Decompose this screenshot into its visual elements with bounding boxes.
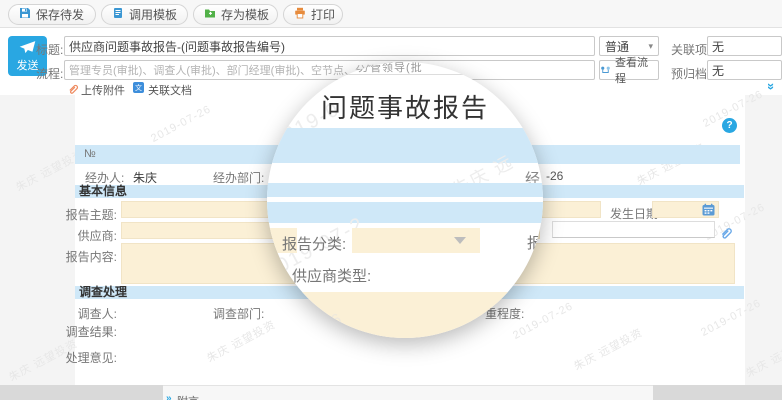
link-document-link[interactable]: 关联文档 xyxy=(148,82,192,98)
template-save-icon xyxy=(204,7,216,22)
postscript-label: 附言 xyxy=(177,393,199,400)
footer-postscript-bar[interactable]: » 附言 xyxy=(163,385,653,400)
magnified-category-dropdown xyxy=(352,228,480,253)
report-content-label: 报告内容: xyxy=(47,248,117,265)
flow-chart-icon xyxy=(600,65,611,76)
priority-select[interactable]: 普通 ▾ xyxy=(599,36,659,56)
handle-date-value: -26 xyxy=(546,169,563,183)
handler-value: 朱庆 xyxy=(133,169,157,186)
paper-plane-icon xyxy=(19,40,36,55)
view-flow-label: 查看流程 xyxy=(615,54,658,86)
magnified-section-bar xyxy=(267,183,543,197)
save-icon xyxy=(19,7,31,22)
help-icon[interactable]: ? xyxy=(722,118,737,133)
print-button[interactable]: 打印 xyxy=(283,4,343,25)
save-as-template-button[interactable]: 存为模板 xyxy=(193,4,278,25)
attachment-field-input[interactable] xyxy=(552,221,715,238)
template-load-icon xyxy=(112,7,124,22)
chevron-down-icon: ▾ xyxy=(648,41,653,52)
magnified-form-title: 问题事故报告 xyxy=(267,88,543,125)
doc-number-label: № xyxy=(84,148,96,160)
save-as-template-label: 存为模板 xyxy=(221,6,269,23)
load-template-label: 调用模板 xyxy=(129,6,177,23)
investigation-result-label: 调查结果: xyxy=(47,323,117,340)
postscript-chevron-icon: » xyxy=(166,393,172,400)
report-subject-label: 报告主题: xyxy=(47,206,117,223)
save-draft-label: 保存待发 xyxy=(36,6,84,23)
supplier-label: 供应商: xyxy=(47,227,117,244)
calendar-icon[interactable] xyxy=(702,203,715,216)
handler-dept-label: 经办部门: xyxy=(213,169,264,186)
flow-label: 流程: xyxy=(36,65,63,82)
magnifier-overlay: 节点、分管领导(批 2019-0 问题事故报告 朱庆 远 经 019-07-2 … xyxy=(267,62,543,338)
magnified-input-border xyxy=(325,74,543,75)
magnified-section-bar xyxy=(267,202,543,223)
save-draft-button[interactable]: 保存待发 xyxy=(8,4,96,25)
magnified-supplier-type-label: 供应商类型: xyxy=(292,265,371,286)
paperclip-blue-icon[interactable] xyxy=(719,226,733,240)
chevron-down-icon xyxy=(454,237,466,244)
load-template-button[interactable]: 调用模板 xyxy=(101,4,188,25)
magnified-report-category-label: 报告分类: xyxy=(282,233,346,254)
title-label: 标题: xyxy=(36,41,63,58)
watermark: 朱庆 远望投资 xyxy=(571,324,646,374)
watermark: 朱庆 远望投资 xyxy=(204,316,279,366)
link-document-icon: 文 xyxy=(133,82,144,93)
related-project-input[interactable] xyxy=(707,36,782,56)
footer-right-panel xyxy=(653,385,782,400)
collapse-header-icon[interactable]: » xyxy=(764,83,779,90)
prearchive-input[interactable] xyxy=(707,60,782,80)
paperclip-orange-icon xyxy=(67,83,79,95)
watermark: 2019-07-26 xyxy=(149,103,213,145)
priority-value: 普通 xyxy=(605,38,629,55)
investigation-dept-label: 调查部门: xyxy=(213,305,264,322)
toolbar: 保存待发 调用模板 存为模板 打印 xyxy=(0,0,782,28)
upload-attachment-link[interactable]: 上传附件 xyxy=(81,82,125,98)
print-label: 打印 xyxy=(311,6,335,23)
magnified-label-fragment: 报 xyxy=(527,232,542,253)
incident-report-page: 保存待发 调用模板 存为模板 打印 发送 标题: 普通 ▾ 关联项目: 流程: … xyxy=(0,0,782,400)
investigator-label: 调查人: xyxy=(47,305,117,322)
handling-opinion-label: 处理意见: xyxy=(47,349,117,366)
title-input[interactable] xyxy=(64,36,595,56)
right-gutter xyxy=(745,95,782,385)
view-flow-button[interactable]: 查看流程 xyxy=(599,60,659,80)
footer-left-panel xyxy=(0,385,163,400)
print-icon xyxy=(294,7,306,22)
